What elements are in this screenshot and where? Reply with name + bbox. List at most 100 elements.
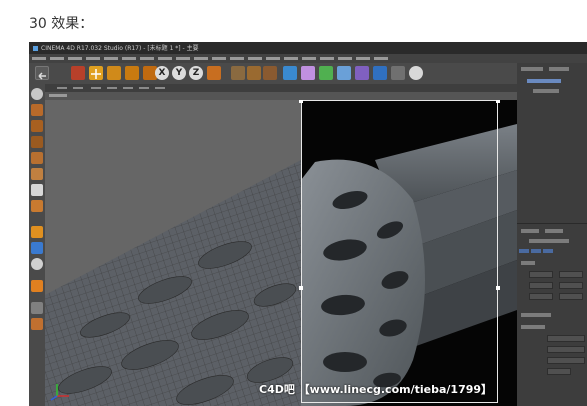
menu-item[interactable]	[248, 57, 262, 60]
basic-tab[interactable]	[519, 249, 529, 253]
snap-icon[interactable]	[31, 226, 43, 238]
move-icon[interactable]	[89, 66, 103, 80]
lock-workplane-icon[interactable]	[31, 242, 43, 254]
axis-mode-icon[interactable]	[31, 200, 43, 212]
menu-item[interactable]	[374, 57, 388, 60]
coords-label	[521, 261, 535, 265]
render-view-icon[interactable]	[231, 66, 245, 80]
viewport-menu-item[interactable]	[73, 87, 83, 89]
light-icon[interactable]	[409, 66, 423, 80]
edges-mode-icon[interactable]	[31, 152, 43, 164]
viewport-menu-item[interactable]	[91, 87, 101, 89]
coord-system-icon[interactable]	[207, 66, 221, 80]
menu-item[interactable]	[68, 57, 82, 60]
attribute-title	[529, 239, 569, 243]
solo-icon[interactable]	[31, 258, 43, 270]
menu-item[interactable]	[302, 57, 316, 60]
menu-item[interactable]	[50, 57, 64, 60]
edit-tab[interactable]	[549, 67, 569, 71]
viewport-menu-item[interactable]	[139, 87, 149, 89]
render-settings-icon[interactable]	[263, 66, 277, 80]
menu-item[interactable]	[194, 57, 208, 60]
grid-icon[interactable]	[31, 302, 43, 314]
page-heading: 30 效果：	[29, 16, 94, 32]
watermark: C4D吧 【www.linecg.com/tieba/1799】	[259, 383, 493, 396]
viewport-menu-item[interactable]	[107, 87, 117, 89]
sculpt-icon[interactable]	[31, 318, 43, 330]
object-row[interactable]	[527, 79, 561, 83]
cube-icon[interactable]	[283, 66, 297, 80]
subdivide-icon[interactable]	[319, 66, 333, 80]
workplane-icon[interactable]	[31, 120, 43, 132]
app-icon	[33, 46, 38, 51]
select-icon[interactable]	[71, 66, 85, 80]
main-toolbar: X Y Z	[29, 63, 517, 84]
menu-bar	[29, 54, 587, 63]
sub-section-label	[521, 313, 551, 317]
pos-x-field[interactable]	[529, 271, 553, 278]
uv-mode-icon[interactable]	[31, 184, 43, 196]
array-icon[interactable]	[337, 66, 351, 80]
menu-item[interactable]	[176, 57, 190, 60]
coord-tab[interactable]	[531, 249, 541, 253]
subdivision-field[interactable]	[547, 346, 585, 353]
viewport-menu-item[interactable]	[123, 87, 133, 89]
polygons-mode-icon[interactable]	[31, 168, 43, 180]
viewport-menu	[45, 84, 517, 92]
menu-item[interactable]	[140, 57, 154, 60]
panel-divider	[517, 223, 587, 224]
environment-icon[interactable]	[373, 66, 387, 80]
subdivide-uv-field[interactable]	[547, 368, 571, 375]
right-panel	[517, 63, 587, 406]
axis-z-button[interactable]: Z	[189, 66, 203, 80]
undo-icon[interactable]	[35, 66, 49, 80]
camera-icon[interactable]	[391, 66, 405, 80]
size-z-field[interactable]	[559, 293, 583, 300]
viewport-name	[49, 94, 67, 97]
texture-mode-icon[interactable]	[31, 104, 43, 116]
rotate-icon[interactable]	[125, 66, 139, 80]
menu-item[interactable]	[32, 57, 46, 60]
viewport-3d[interactable]	[45, 100, 517, 406]
object-props-label	[521, 325, 545, 329]
c4d-screenshot: CINEMA 4D R17.032 Studio (R17) - [未标题 1 …	[29, 42, 587, 406]
mode-tab[interactable]	[521, 229, 539, 233]
viewport-scene	[45, 100, 517, 406]
menu-item[interactable]	[104, 57, 118, 60]
viewport-menu-item[interactable]	[155, 87, 165, 89]
render-icon[interactable]	[247, 66, 261, 80]
title-bar: CINEMA 4D R17.032 Studio (R17) - [未标题 1 …	[29, 42, 587, 54]
deformer-icon[interactable]	[355, 66, 369, 80]
menu-item[interactable]	[356, 57, 370, 60]
menu-item[interactable]	[212, 57, 226, 60]
window-title: CINEMA 4D R17.032 Studio (R17) - [未标题 1 …	[41, 45, 199, 52]
viewport-label-bar	[45, 92, 517, 100]
menu-item[interactable]	[86, 57, 100, 60]
scale-icon[interactable]	[107, 66, 121, 80]
paint-icon[interactable]	[31, 280, 43, 292]
menu-item[interactable]	[158, 57, 172, 60]
menu-item[interactable]	[338, 57, 352, 60]
object-tab[interactable]	[543, 249, 553, 253]
render-subdivision-field[interactable]	[547, 357, 585, 364]
edit-mode-tab[interactable]	[545, 229, 563, 233]
axis-y-button[interactable]: Y	[172, 66, 186, 80]
viewport-menu-item[interactable]	[57, 87, 67, 89]
menu-item[interactable]	[284, 57, 298, 60]
size-x-field[interactable]	[559, 271, 583, 278]
menu-item[interactable]	[266, 57, 280, 60]
pos-y-field[interactable]	[529, 282, 553, 289]
type-field[interactable]	[547, 335, 585, 342]
object-row-child[interactable]	[533, 89, 559, 93]
pos-z-field[interactable]	[529, 293, 553, 300]
model-mode-icon[interactable]	[31, 88, 43, 100]
points-mode-icon[interactable]	[31, 136, 43, 148]
size-y-field[interactable]	[559, 282, 583, 289]
menu-item[interactable]	[230, 57, 244, 60]
menu-item[interactable]	[320, 57, 334, 60]
axis-x-button[interactable]: X	[155, 66, 169, 80]
objects-tab[interactable]	[521, 67, 543, 71]
menu-item[interactable]	[122, 57, 136, 60]
left-tool-palette	[29, 84, 45, 406]
pen-icon[interactable]	[301, 66, 315, 80]
